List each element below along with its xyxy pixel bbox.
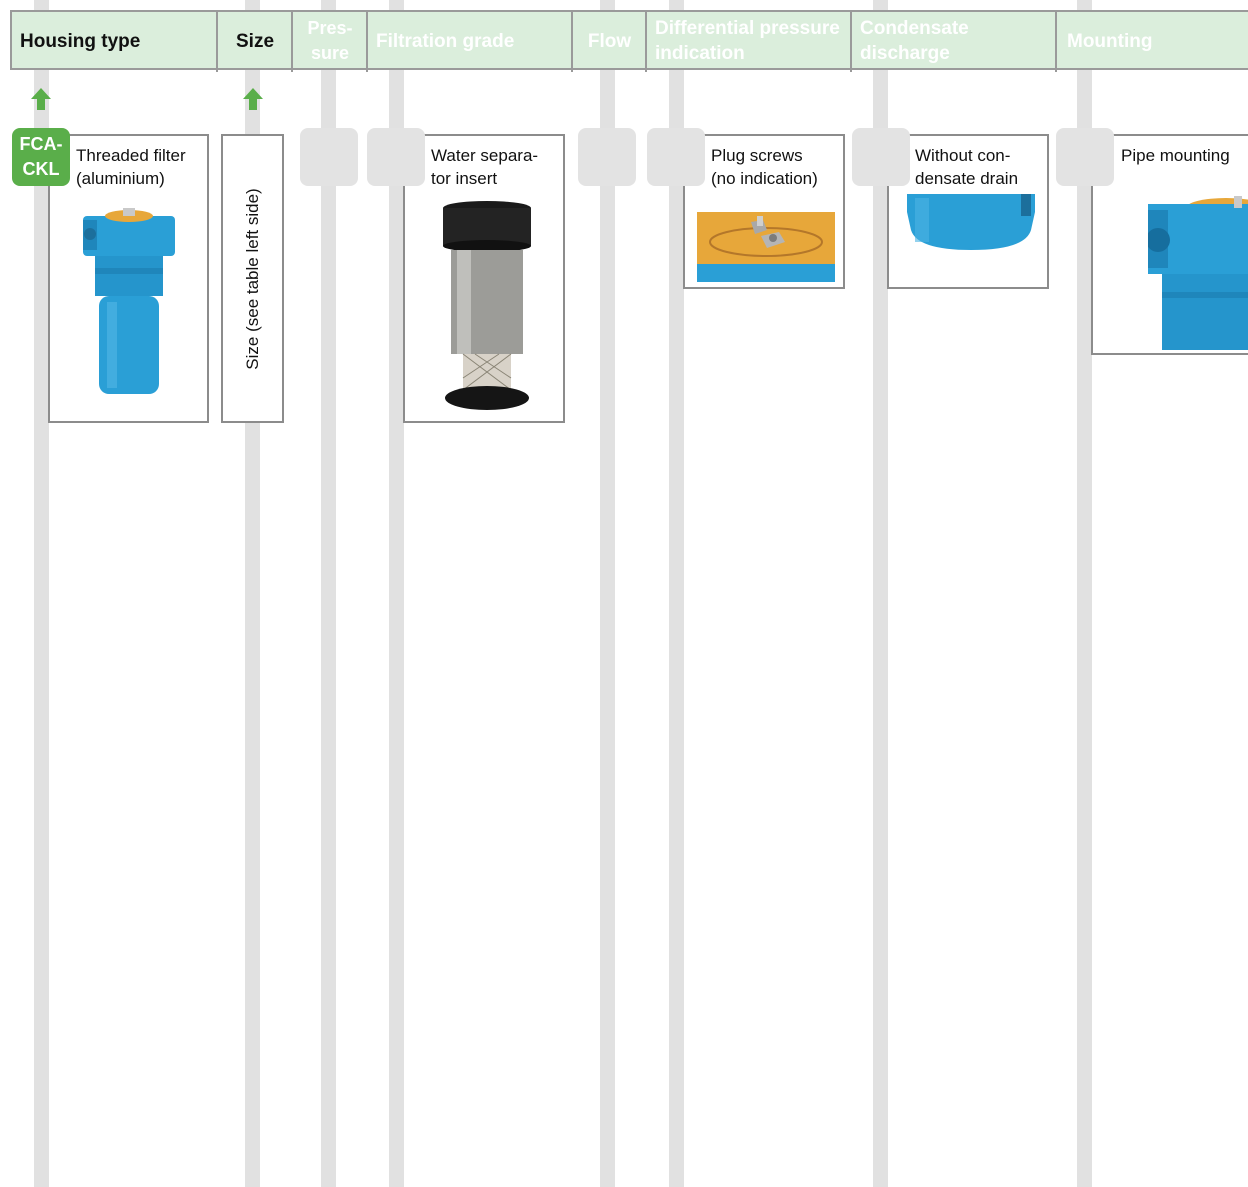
filtration-code-slot[interactable]	[367, 128, 425, 186]
header-mounting: Mounting	[1055, 10, 1248, 72]
mounting-label: Pipe mounting	[1121, 146, 1230, 165]
plug-screws-image	[697, 212, 835, 282]
header-size: Size	[216, 10, 292, 72]
filter-insert-image	[443, 201, 531, 410]
housing-code-line2: CKL	[22, 159, 60, 179]
diff-pressure-label-line1: Plug screws	[711, 146, 803, 165]
filtration-label-line2: tor insert	[431, 169, 498, 188]
size-card: Size (see table left side)	[221, 134, 284, 423]
condensate-discharge-card: Without con- densate drain	[887, 134, 1049, 289]
housing-type-card: Threaded filter (aluminium)	[48, 134, 209, 423]
header-housing-type: Housing type	[20, 30, 141, 52]
housing-label-line2: (aluminium)	[76, 169, 165, 188]
housing-code-line1: FCA-	[19, 134, 63, 154]
arrow-up-icon	[31, 88, 51, 110]
diff-pressure-code-slot[interactable]	[647, 128, 705, 186]
header-pressure: Pres- sure	[291, 10, 367, 72]
arrow-up-icon	[243, 88, 263, 110]
bowl-without-drain-image	[907, 194, 1035, 250]
header-filtration-grade: Filtration grade	[366, 10, 571, 72]
filtration-label-line1: Water separa-	[431, 146, 539, 165]
mounting-card: Pipe mounting	[1091, 134, 1248, 355]
filtration-grade-card: Water separa- tor insert	[403, 134, 565, 423]
header-condensate-discharge: Condensate discharge	[850, 10, 1055, 72]
blue-filter-housing-image	[83, 208, 175, 394]
condensate-label-line1: Without con-	[915, 146, 1011, 165]
header-differential-pressure: Differential pressure indication	[645, 10, 851, 72]
pipe-mounting-image	[1148, 196, 1248, 350]
condensate-code-slot[interactable]	[852, 128, 910, 186]
condensate-label-line2: densate drain	[915, 169, 1019, 188]
mounting-code-slot[interactable]	[1056, 128, 1114, 186]
flow-code-slot[interactable]	[578, 128, 636, 186]
housing-code-badge[interactable]: FCA- CKL	[12, 128, 70, 186]
housing-label-line1: Threaded filter	[76, 146, 186, 165]
differential-pressure-card: Plug screws (no indication)	[683, 134, 845, 289]
size-label: Size (see table left side)	[242, 187, 262, 370]
header-flow: Flow	[571, 10, 646, 72]
diff-pressure-label-line2: (no indication)	[711, 169, 818, 188]
pressure-code-slot[interactable]	[300, 128, 358, 186]
